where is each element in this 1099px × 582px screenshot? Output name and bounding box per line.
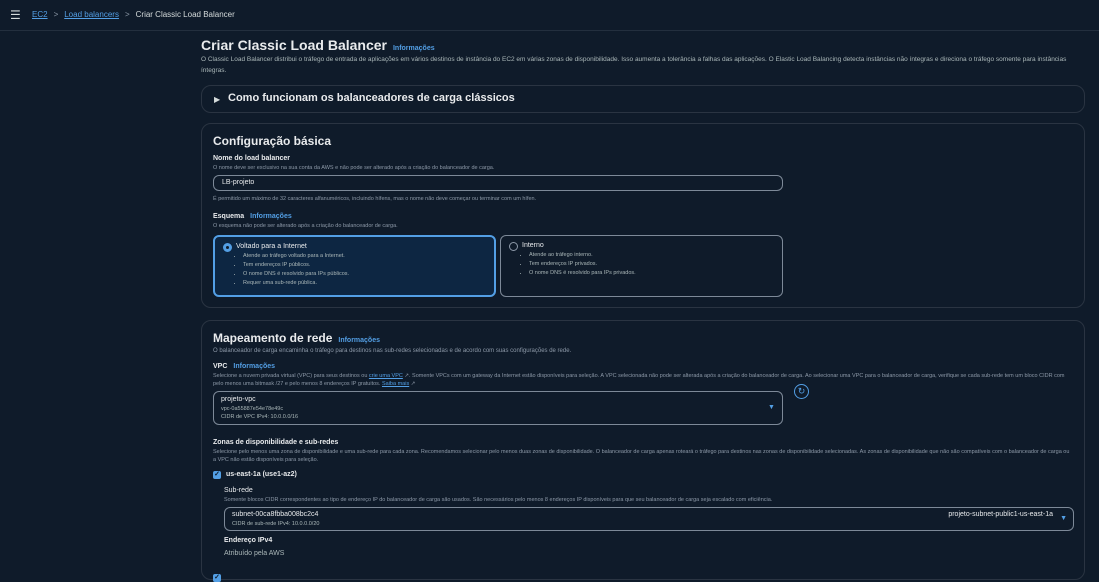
vpc-label-row: VPC Informações (213, 363, 275, 370)
ipv4-label: Endereço IPv4 (224, 537, 273, 544)
refresh-vpc-button[interactable]: ↻ (794, 384, 809, 399)
scheme-label-row: Esquema Informações (213, 213, 292, 220)
lb-name-value: LB-projeto (222, 179, 255, 186)
vpc-info-link[interactable]: Informações (233, 363, 275, 370)
top-navigation-bar: ☰ EC2 > Load balancers > Criar Classic Load … (0, 0, 1099, 31)
page-description: O Classic Load Balancer distribui o tráf… (201, 56, 1067, 74)
menu-icon[interactable]: ☰ (10, 9, 22, 21)
basic-configuration-panel: Configuração básica Nome do load balance… (201, 123, 1085, 308)
scheme-description: O esquema não pode ser alterado após a c… (213, 223, 398, 229)
page-info-link[interactable]: Informações (393, 45, 435, 52)
list-item: O nome DNS é resolvido para IPs públicos… (243, 270, 349, 279)
chevron-right-icon: > (53, 10, 59, 19)
scheme-label: Esquema (213, 213, 245, 220)
network-mapping-panel: Mapeamento de rede Informações O balancea… (201, 320, 1085, 582)
lb-name-input[interactable]: LB-projeto (213, 175, 783, 191)
list-item: Tem endereços IP privados. (529, 260, 636, 269)
list-item: Requer uma sub-rede pública. (243, 279, 349, 288)
az-name: us-east-1a (use1-az2) (226, 471, 297, 478)
scheme-internal-option[interactable]: Interno Atende ao tráfego interno. Tem e… (500, 235, 783, 297)
page-title: Criar Classic Load Balancer (201, 37, 387, 53)
vpc-select[interactable]: projeto-vpc vpc-0a55887e54e78e49c CIDR d… (213, 391, 783, 425)
internal-list: Atende ao tráfego interno. Tem endereços… (517, 251, 636, 278)
basic-configuration-title: Configuração básica (213, 134, 332, 148)
ipv4-value: Atribuído pela AWS (224, 550, 285, 557)
chevron-right-icon: > (124, 10, 130, 19)
vpc-label: VPC (213, 363, 228, 370)
scheme-info-link[interactable]: Informações (250, 213, 292, 220)
list-item: Atende ao tráfego voltado para a Interne… (243, 252, 349, 261)
internet-facing-list: Atende ao tráfego voltado para a Interne… (231, 252, 349, 288)
subnet-label: Sub-rede (224, 487, 253, 494)
az-checkbox[interactable]: ✓ (213, 471, 221, 479)
vpc-selected-id: vpc-0a55887e54e78e49c (221, 406, 284, 412)
list-item: Atende ao tráfego interno. (529, 251, 636, 260)
list-item: O nome DNS é resolvido para IPs privados… (529, 269, 636, 278)
network-mapping-title: Mapeamento de rede (213, 331, 333, 345)
caret-down-icon: ▼ (768, 404, 775, 411)
caret-down-icon: ▼ (1060, 515, 1067, 522)
radio-selected-icon (223, 243, 232, 252)
list-item: Tem endereços IP públicos. (243, 261, 349, 270)
scheme-internet-facing-option[interactable]: Voltado para a Internet Atende ao tráfeg… (213, 235, 496, 297)
how-it-works-label: Como funcionam os balanceadores de carga… (228, 92, 515, 104)
create-vpc-link[interactable]: crie uma VPC (369, 373, 403, 379)
network-mapping-description: O balanceador de carga encaminha o tráfe… (213, 348, 572, 354)
lb-name-description: O nome deve ser exclusivo na sua conta d… (213, 165, 495, 171)
subnet-selected-id: subnet-00ca8fbba008bc2c4 (232, 511, 319, 518)
az-label: Zonas de disponibilidade e sub-redes (213, 439, 339, 446)
refresh-icon: ↻ (797, 386, 806, 396)
az-checkbox[interactable]: ✓ (213, 574, 221, 582)
radio-unselected-icon (509, 242, 518, 251)
how-it-works-expander[interactable]: ▶ Como funcionam os balanceadores de car… (201, 85, 1085, 113)
breadcrumb-ec2-link[interactable]: EC2 (32, 10, 48, 19)
external-link-icon: ↗ (409, 381, 416, 387)
subnet-selected-cidr: CIDR de sub-rede IPv4: 10.0.0.0/20 (232, 521, 320, 527)
lb-name-hint: É permitido um máximo de 32 caracteres a… (213, 196, 537, 202)
breadcrumb-load-balancers-link[interactable]: Load balancers (64, 10, 119, 19)
vpc-description-text: Selecione a nuvem privada virtual (VPC) … (213, 373, 368, 379)
internet-facing-title: Voltado para a Internet (236, 243, 307, 250)
breadcrumb: EC2 > Load balancers > Criar Classic Load Ba… (32, 10, 235, 19)
network-mapping-title-row: Mapeamento de rede Informações (213, 331, 380, 345)
caret-right-icon: ▶ (214, 95, 221, 104)
breadcrumb-current: Criar Classic Load Balancer (135, 10, 235, 19)
subnet-selected-name: projeto-subnet-public1-us-east-1a (948, 511, 1053, 518)
az-description: Selecione pelo menos uma zona de disponi… (213, 449, 1070, 463)
lb-name-label: Nome do load balancer (213, 155, 291, 162)
vpc-description: Selecione a nuvem privada virtual (VPC) … (213, 372, 1073, 388)
subnet-select[interactable]: subnet-00ca8fbba008bc2c4 CIDR de sub-red… (224, 507, 1074, 531)
vpc-selected-name: projeto-vpc (221, 396, 256, 403)
network-info-link[interactable]: Informações (338, 337, 380, 344)
vpc-selected-cidr: CIDR de VPC IPv4: 10.0.0.0/16 (221, 414, 299, 420)
page-title-row: Criar Classic Load Balancer Informações (201, 37, 435, 53)
internal-title: Interno (522, 242, 544, 249)
subnet-description: Somente blocos CIDR correspondentes ao t… (224, 497, 773, 503)
learn-more-link[interactable]: Saiba mais (382, 381, 409, 387)
